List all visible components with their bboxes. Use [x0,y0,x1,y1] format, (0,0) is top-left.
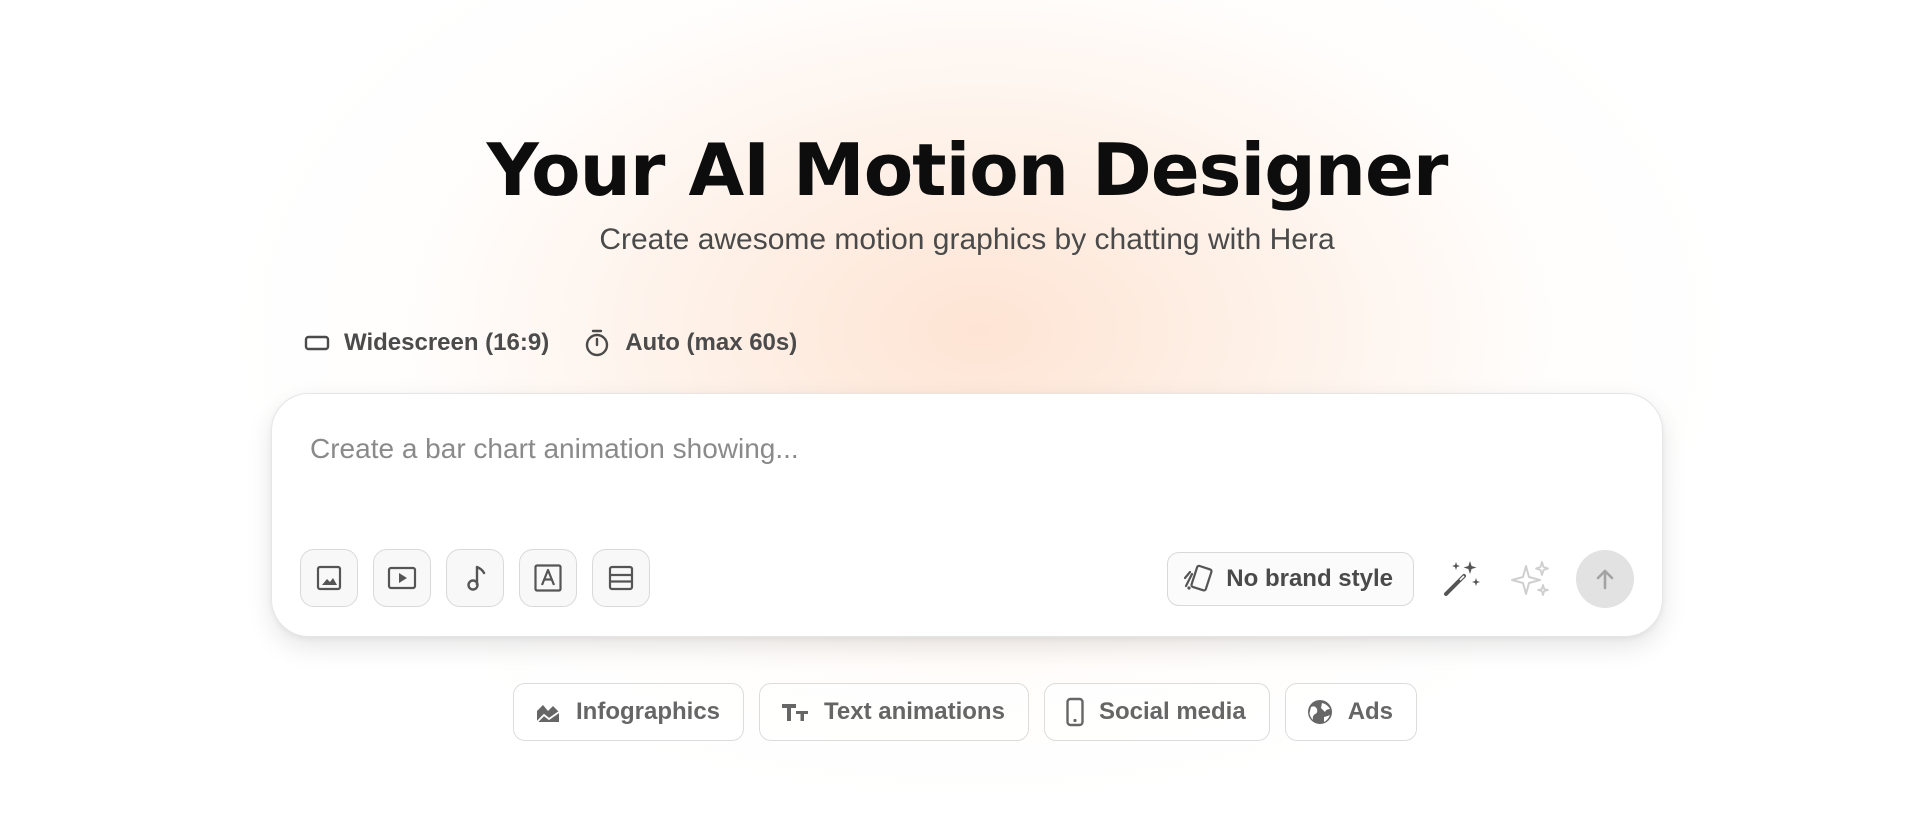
suggestion-text-animations[interactable]: Text animations [759,683,1029,741]
arrow-up-icon [1596,569,1614,590]
magic-wand-icon [1444,561,1480,596]
video-options: Widescreen (16:9) Auto (max 60s) [304,328,797,358]
aspect-ratio-label: Widescreen (16:9) [344,329,550,356]
stopwatch-icon [586,329,609,357]
suggestion-label: Ads [1347,698,1394,725]
text-font-icon [534,564,562,592]
send-button[interactable] [1576,550,1634,608]
composer-actions: No brand style [1167,550,1634,608]
suggestion-chips: Infographics Text animations Social medi… [513,683,1418,741]
video-icon [387,566,417,590]
suggestion-ads[interactable]: Ads [1284,683,1418,741]
prompt-composer: No brand style [271,393,1663,637]
prompt-input[interactable] [308,426,1612,472]
suggestion-label: Infographics [576,698,721,725]
add-image-button[interactable] [300,549,358,607]
suggestion-social-media[interactable]: Social media [1043,683,1270,741]
sparkles-icon [1511,561,1549,596]
smartphone-icon [1066,697,1084,727]
magic-enhance-button[interactable] [1436,554,1486,604]
text-size-icon [782,704,809,721]
page-title: Your AI Motion Designer [486,128,1449,212]
add-layout-button[interactable] [592,549,650,607]
chart-image-icon [536,705,560,723]
ai-suggest-button[interactable] [1506,554,1556,604]
add-text-button[interactable] [519,549,577,607]
widescreen-icon [304,335,330,351]
add-video-button[interactable] [373,549,431,607]
add-audio-button[interactable] [446,549,504,607]
attachment-tools [300,549,650,607]
layout-icon [608,565,634,591]
image-icon [316,565,342,591]
music-note-icon [467,565,486,591]
brand-style-label: No brand style [1226,565,1393,592]
suggestion-infographics[interactable]: Infographics [513,683,745,741]
page-subtitle: Create awesome motion graphics by chatti… [599,223,1335,256]
aspect-ratio-selector[interactable]: Widescreen (16:9) [304,328,549,358]
brand-cards-icon [1184,564,1213,592]
brand-style-button[interactable]: No brand style [1167,552,1414,606]
suggestion-label: Social media [1098,698,1246,725]
duration-label: Auto (max 60s) [625,329,798,356]
globe-icon [1307,700,1332,724]
duration-selector[interactable]: Auto (max 60s) [583,328,797,358]
suggestion-label: Text animations [824,698,1005,725]
